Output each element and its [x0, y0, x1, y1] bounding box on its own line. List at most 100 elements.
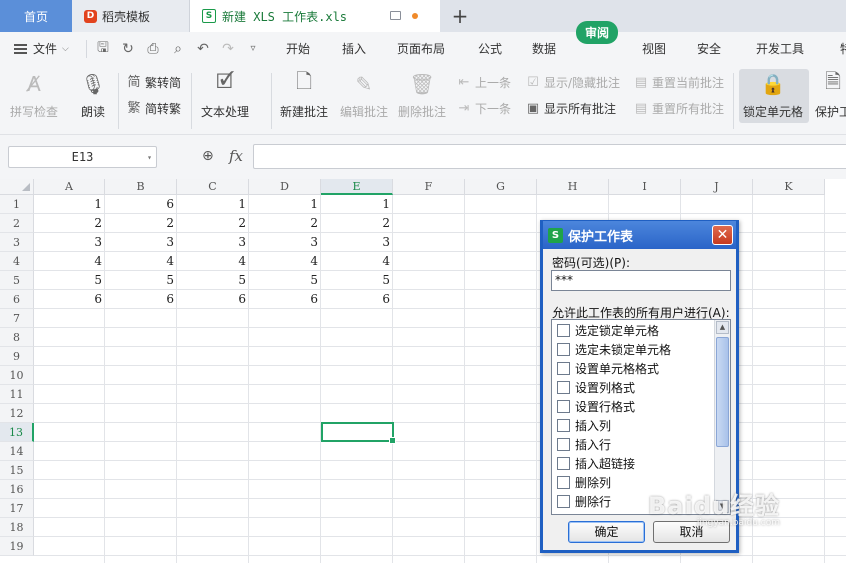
grid-cell[interactable]: 3	[34, 233, 105, 252]
column-header[interactable]: K	[753, 179, 825, 195]
row-header[interactable]: 8	[0, 328, 34, 347]
grid-cell[interactable]: 4	[249, 252, 321, 271]
select-all-corner[interactable]	[0, 179, 34, 195]
menu-developer[interactable]: 开发工具	[756, 40, 804, 57]
grid-cell[interactable]: 6	[177, 290, 249, 309]
checkbox[interactable]	[557, 381, 570, 394]
permission-option[interactable]: 插入超链接	[557, 454, 635, 473]
checkbox[interactable]	[557, 400, 570, 413]
grid-cell[interactable]: 5	[34, 271, 105, 290]
menu-insert[interactable]: 插入	[342, 40, 366, 57]
permission-option[interactable]: 选定锁定单元格	[557, 321, 659, 340]
checkbox[interactable]	[557, 343, 570, 356]
new-tab-button[interactable]: +	[440, 0, 480, 32]
grid-cell[interactable]: 5	[249, 271, 321, 290]
undo-icon[interactable]: ↶	[195, 41, 211, 57]
more-icon[interactable]: ▿	[245, 43, 261, 54]
row-header[interactable]: 4	[0, 252, 34, 271]
grid-cell[interactable]: 6	[321, 290, 393, 309]
menu-data[interactable]: 数据	[532, 40, 556, 57]
grid-cell[interactable]: 6	[34, 290, 105, 309]
prev-comment-button[interactable]: ⇤ 上一条	[456, 74, 511, 91]
delete-comment-button[interactable]: 🗑 删除批注	[398, 71, 446, 120]
grid-cell[interactable]: 6	[249, 290, 321, 309]
text-processing-button[interactable]: 🗹 文本处理	[201, 69, 249, 120]
selected-cell-outline[interactable]	[321, 422, 396, 444]
fx-icon[interactable]: fx	[229, 147, 243, 165]
monitor-icon[interactable]	[390, 11, 401, 20]
grid-cell[interactable]: 1	[321, 195, 393, 214]
reset-current-comment-button[interactable]: ▤ 重置当前批注	[633, 74, 724, 91]
row-header[interactable]: 12	[0, 404, 34, 423]
row-header[interactable]: 3	[0, 233, 34, 252]
row-header[interactable]: 7	[0, 309, 34, 328]
permission-option[interactable]: 插入列	[557, 416, 611, 435]
simp-to-trad-button[interactable]: 繁 简转繁	[126, 100, 181, 117]
row-header[interactable]: 16	[0, 480, 34, 499]
permission-option[interactable]: 删除列	[557, 473, 611, 492]
grid-cell[interactable]: 3	[177, 233, 249, 252]
tab-document[interactable]: S 新建 XLS 工作表.xls	[190, 0, 440, 32]
checkbox[interactable]	[557, 476, 570, 489]
column-header[interactable]: E	[321, 179, 393, 195]
menu-more[interactable]: 特	[840, 40, 846, 57]
grid-cell[interactable]: 6	[105, 195, 177, 214]
grid-cell[interactable]: 5	[321, 271, 393, 290]
next-comment-button[interactable]: ⇥ 下一条	[456, 100, 511, 117]
permission-option[interactable]: 设置行格式	[557, 397, 635, 416]
grid-cell[interactable]: 5	[105, 271, 177, 290]
menu-page-layout[interactable]: 页面布局	[397, 40, 445, 57]
chevron-down-icon[interactable]: ▾	[147, 153, 152, 162]
column-header[interactable]: C	[177, 179, 249, 195]
zoom-icon[interactable]: ⊕	[202, 148, 214, 164]
show-all-comments-button[interactable]: ▣ 显示所有批注	[525, 100, 616, 117]
row-header[interactable]: 9	[0, 347, 34, 366]
column-header[interactable]: I	[609, 179, 681, 195]
checkbox[interactable]	[557, 457, 570, 470]
grid-cell[interactable]: 1	[177, 195, 249, 214]
row-header[interactable]: 15	[0, 461, 34, 480]
file-menu-button[interactable]: 文件 ⌵	[0, 40, 86, 57]
permission-option[interactable]: 设置列格式	[557, 378, 635, 397]
redo-icon[interactable]: ↷	[220, 41, 236, 57]
column-header[interactable]: A	[34, 179, 105, 195]
checkbox[interactable]	[557, 419, 570, 432]
permission-option[interactable]: 设置单元格格式	[557, 359, 659, 378]
scroll-thumb[interactable]	[716, 337, 729, 447]
redo-format-icon[interactable]: ↻	[120, 41, 136, 57]
grid-cell[interactable]: 3	[321, 233, 393, 252]
menu-home[interactable]: 开始	[286, 40, 310, 57]
row-header[interactable]: 18	[0, 518, 34, 537]
row-header[interactable]: 17	[0, 499, 34, 518]
row-header[interactable]: 10	[0, 366, 34, 385]
grid-cell[interactable]: 2	[34, 214, 105, 233]
print-preview-icon[interactable]: ⌕	[170, 41, 186, 57]
grid-cell[interactable]: 3	[105, 233, 177, 252]
formula-input[interactable]	[253, 144, 846, 169]
row-header[interactable]: 11	[0, 385, 34, 404]
row-header[interactable]: 13	[0, 423, 34, 442]
column-header[interactable]: B	[105, 179, 177, 195]
grid-cell[interactable]: 2	[249, 214, 321, 233]
column-header[interactable]: D	[249, 179, 321, 195]
column-header[interactable]: F	[393, 179, 465, 195]
column-header[interactable]: H	[537, 179, 609, 195]
checkbox[interactable]	[557, 362, 570, 375]
read-aloud-button[interactable]: 🎙 朗读	[80, 71, 105, 120]
name-box[interactable]: E13 ▾	[8, 146, 157, 168]
password-input[interactable]: ***	[551, 270, 731, 291]
grid-cell[interactable]: 3	[249, 233, 321, 252]
tab-docer[interactable]: D 稻壳模板	[72, 0, 190, 32]
close-button[interactable]: ✕	[712, 225, 733, 245]
protect-sheet-button[interactable]: 🗎 保护工	[815, 69, 846, 120]
grid-cell[interactable]: 6	[105, 290, 177, 309]
save-icon[interactable]: 🖫	[95, 37, 111, 61]
menu-formulas[interactable]: 公式	[478, 40, 502, 57]
edit-comment-button[interactable]: ✎ 编辑批注	[340, 71, 388, 120]
row-header[interactable]: 5	[0, 271, 34, 290]
scroll-up-icon[interactable]: ▲	[716, 321, 729, 334]
menu-security[interactable]: 安全	[697, 40, 721, 57]
grid-cell[interactable]: 4	[105, 252, 177, 271]
lock-cell-button[interactable]: 🔒 锁定单元格	[743, 71, 803, 120]
row-header[interactable]: 6	[0, 290, 34, 309]
